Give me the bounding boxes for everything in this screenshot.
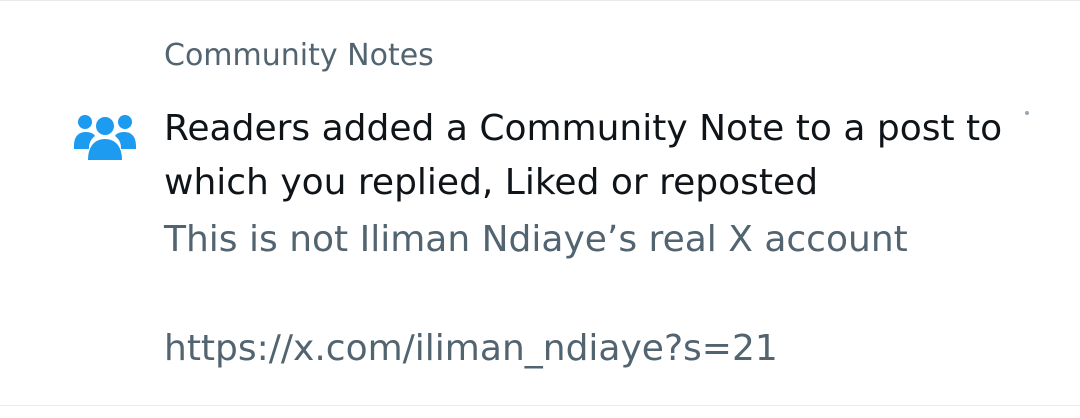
notification-headline: Readers added a Community Note to a post… bbox=[164, 108, 1003, 203]
bottom-divider bbox=[0, 405, 1080, 406]
community-notes-people-icon bbox=[72, 108, 138, 164]
scroll-indicator bbox=[1025, 111, 1029, 115]
notification-type-label: Community Notes bbox=[164, 38, 434, 73]
community-note-text: This is not Iliman Ndiaye’s real X accou… bbox=[164, 219, 908, 260]
community-note-link[interactable]: https://x.com/iliman_ndiaye?s=21 bbox=[164, 322, 778, 376]
community-note-notification[interactable]: Community Notes Readers added a Communit… bbox=[0, 0, 1080, 405]
